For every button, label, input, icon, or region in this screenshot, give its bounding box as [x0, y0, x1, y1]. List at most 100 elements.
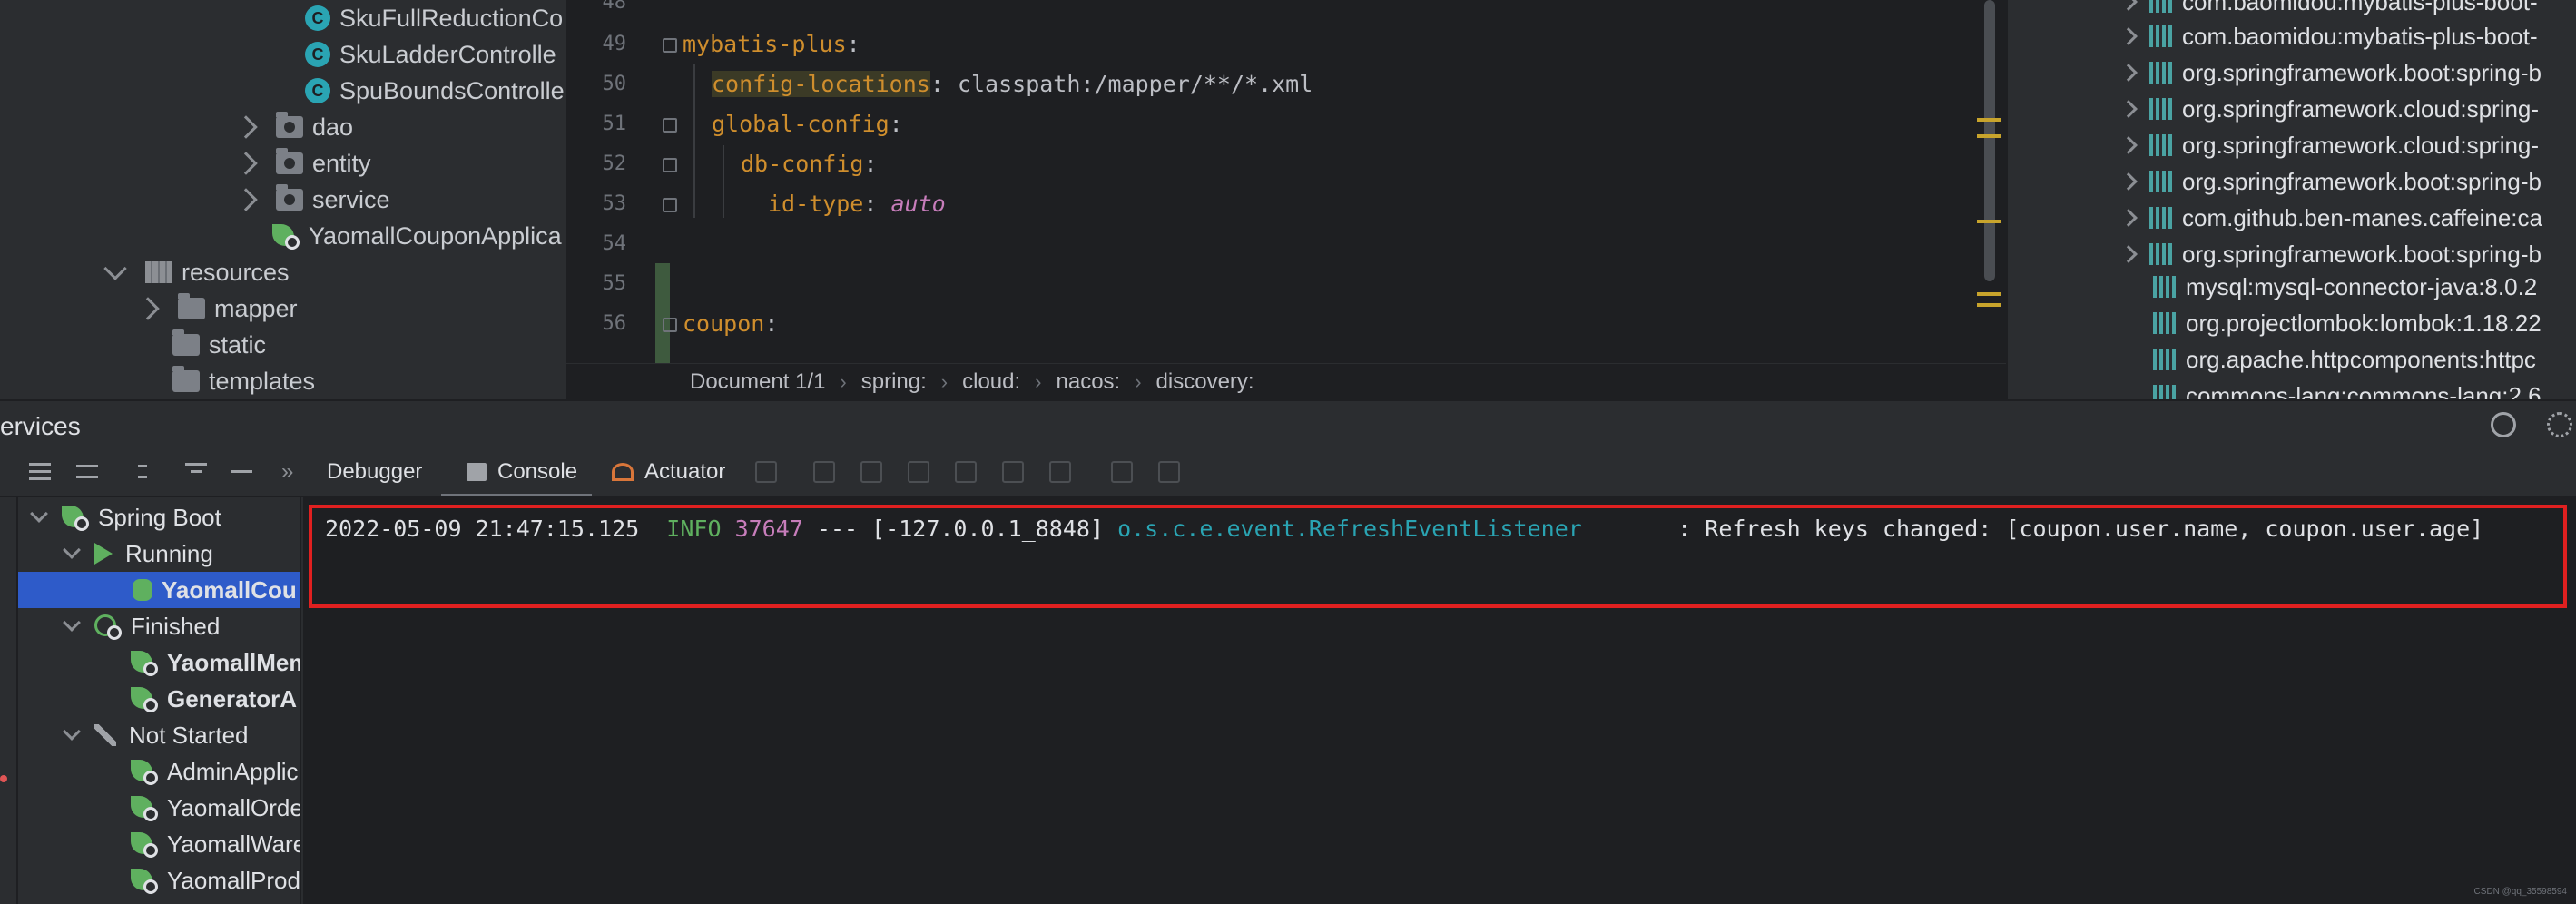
fold-icon[interactable] — [663, 38, 677, 53]
chevron-down-icon[interactable] — [103, 257, 127, 280]
fold-icon[interactable] — [663, 198, 677, 212]
dependency-item[interactable]: org.springframework.cloud:spring- — [2119, 127, 2539, 163]
editor-scrollbar[interactable] — [1970, 0, 2006, 363]
chevron-right-icon[interactable] — [2119, 27, 2138, 45]
tree-group-running[interactable]: Running — [63, 536, 213, 572]
tab-debugger[interactable]: Debugger — [327, 459, 422, 485]
chevron-right-icon[interactable] — [2119, 209, 2138, 227]
tab-console[interactable]: Console — [467, 459, 577, 485]
folder-icon — [172, 329, 200, 356]
dependency-item[interactable]: org.apache.httpcomponents:httpc — [2153, 341, 2536, 378]
finished-icon — [94, 613, 122, 640]
step-out-icon[interactable] — [955, 461, 977, 483]
console-output[interactable]: 2022-05-09 21:47:15.125 INFO 37647 --- [… — [303, 497, 2576, 904]
chevron-right-icon[interactable] — [2119, 0, 2138, 11]
chevron-right-icon[interactable] — [234, 115, 258, 139]
tree-item-finished-service[interactable]: GeneratorA — [131, 681, 297, 717]
step-over-icon[interactable] — [813, 461, 835, 483]
tab-actuator[interactable]: Actuator — [612, 459, 725, 485]
dependency-item[interactable]: com.baomidou:mybatis-plus-boot- — [2119, 18, 2538, 54]
chevron-down-icon[interactable] — [63, 541, 81, 559]
tree-label: Not Started — [129, 721, 249, 749]
dependency-item[interactable]: org.springframework.cloud:spring- — [2119, 91, 2539, 127]
log-separator: --- — [816, 516, 859, 542]
run-to-cursor-icon[interactable] — [1049, 461, 1071, 483]
tree-group-spring-boot[interactable]: Spring Boot — [30, 499, 221, 536]
fold-icon[interactable] — [663, 158, 677, 172]
tree-item-not-started-service[interactable]: AdminApplic — [131, 753, 299, 790]
fold-icon[interactable] — [663, 118, 677, 133]
chevron-right-icon[interactable] — [2119, 172, 2138, 191]
tree-item-class[interactable]: C SkuFullReductionCo — [305, 0, 563, 36]
tree-item-entity[interactable]: entity — [234, 145, 371, 182]
drop-frame-icon[interactable] — [1002, 461, 1024, 483]
line-number: 50 — [602, 73, 627, 95]
tree-item-application[interactable]: YaomallCouponApplica — [272, 218, 562, 254]
tree-item-not-started-service[interactable]: YaomallOrde — [131, 790, 301, 826]
dependency-item[interactable]: commons-lang:commons-lang:2.6 — [2153, 378, 2542, 399]
chevron-right-icon[interactable] — [2119, 64, 2138, 82]
dependency-item[interactable]: org.projectlombok:lombok:1.18.22 — [2153, 305, 2542, 341]
tree-item-resources[interactable]: resources — [103, 254, 290, 290]
breadcrumb-item[interactable]: spring: — [861, 369, 927, 395]
tree-item-not-started-service[interactable]: YaomallWare — [131, 826, 300, 862]
code-editor[interactable]: 48 49 50 51 52 53 54 55 56 mybatis-plus:… — [566, 0, 2006, 399]
breadcrumb-item[interactable]: nacos: — [1057, 369, 1121, 395]
breadcrumb-item[interactable]: discovery: — [1156, 369, 1254, 395]
more-tools-button[interactable]: » — [281, 459, 293, 485]
code-line-49: mybatis-plus: — [683, 31, 860, 57]
tree-item-label: dao — [312, 113, 354, 141]
chevron-right-icon[interactable] — [2119, 136, 2138, 154]
dependency-item[interactable]: org.springframework.boot:spring-b — [2119, 163, 2542, 200]
fold-icon[interactable] — [663, 318, 677, 332]
tree-item-label: static — [209, 330, 267, 359]
tree-item-class[interactable]: C SpuBoundsControlle — [305, 73, 565, 109]
tree-item-static[interactable]: static — [172, 327, 266, 363]
tree-item-dao[interactable]: dao — [234, 109, 354, 145]
library-icon — [2153, 349, 2177, 370]
tree-group-not-started[interactable]: Not Started — [63, 717, 249, 753]
chevron-down-icon[interactable] — [63, 614, 81, 632]
menu-icon[interactable] — [755, 461, 777, 483]
tree-item-running-service[interactable]: YaomallCou — [18, 572, 300, 608]
force-step-into-icon[interactable] — [908, 461, 929, 483]
dependency-item[interactable]: org.springframework.boot:spring-b — [2119, 54, 2542, 91]
filter-icon[interactable] — [183, 459, 209, 485]
tree-group-finished[interactable]: Finished — [63, 608, 220, 644]
step-into-icon[interactable] — [860, 461, 882, 483]
tree-label: AdminApplic — [167, 757, 299, 785]
tree-item-service[interactable]: service — [234, 182, 390, 218]
breadcrumb-item[interactable]: Document 1/1 — [690, 369, 825, 395]
breadcrumb-item[interactable]: cloud: — [962, 369, 1020, 395]
trace-icon[interactable] — [1158, 461, 1180, 483]
group-by-icon[interactable] — [136, 459, 162, 485]
dependency-item[interactable]: mysql:mysql-connector-java:8.0.2 — [2153, 269, 2537, 305]
chevron-right-icon[interactable] — [2119, 245, 2138, 263]
dependency-item[interactable]: com.baomidou:mybatis-plus-boot- — [2119, 0, 2538, 20]
chevron-down-icon[interactable] — [63, 722, 81, 741]
tree-item-class[interactable]: C SkuLadderControlle — [305, 36, 556, 73]
gear-icon[interactable] — [2547, 412, 2572, 437]
evaluate-icon[interactable] — [1111, 461, 1133, 483]
chevron-right-icon[interactable] — [136, 297, 160, 320]
chevron-right-icon[interactable] — [234, 188, 258, 211]
dependency-item[interactable]: org.springframework.boot:spring-b — [2119, 236, 2542, 272]
locate-icon[interactable] — [2491, 412, 2516, 437]
chevron-right-icon[interactable] — [2119, 100, 2138, 118]
tree-item-not-started-service[interactable]: YaomallProd — [131, 862, 300, 899]
tree-item-mapper[interactable]: mapper — [136, 290, 298, 327]
spring-boot-app-icon — [131, 794, 158, 821]
chevron-down-icon[interactable] — [30, 505, 48, 523]
spring-boot-icon — [62, 504, 89, 531]
spring-boot-app-icon — [131, 758, 158, 785]
expand-all-icon[interactable] — [27, 459, 53, 485]
tree-item-finished-service[interactable]: YaomallMem — [131, 644, 300, 681]
add-service-icon[interactable] — [229, 459, 254, 485]
dependency-item[interactable]: com.github.ben-manes.caffeine:ca — [2119, 200, 2542, 236]
tree-item-templates[interactable]: templates — [172, 363, 315, 399]
tree-label: YaomallOrde — [167, 793, 301, 821]
log-logger[interactable]: o.s.c.e.event.RefreshEventListener — [1117, 516, 1582, 542]
scroll-thumb[interactable] — [1984, 0, 1995, 281]
collapse-all-icon[interactable] — [74, 459, 100, 485]
chevron-right-icon[interactable] — [234, 152, 258, 175]
